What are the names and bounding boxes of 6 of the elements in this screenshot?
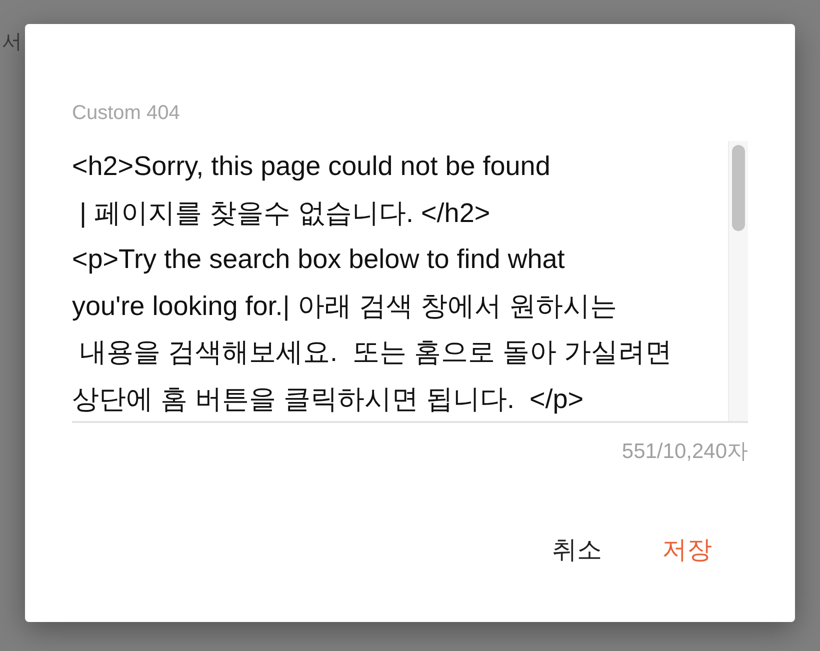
scrollbar-thumb[interactable] xyxy=(732,145,745,231)
field-label: Custom 404 xyxy=(72,102,180,125)
cancel-button[interactable]: 취소 xyxy=(552,529,602,570)
text-area[interactable]: <h2>Sorry, this page could not be found | 페이지를 찾을수 없습니다. </h2> <p>Try the search box below to find what you're looking for.| 아래 검색 창에서 원하시는 내용을 검색해보세요. 또는 홈으로 돌아 가실려면 상단에 홈 버튼을 클릭하시면 됩니다. </p> xyxy=(72,141,728,421)
background-text: 서 xyxy=(2,30,22,55)
character-counter: 551/10,240자 xyxy=(622,439,748,465)
